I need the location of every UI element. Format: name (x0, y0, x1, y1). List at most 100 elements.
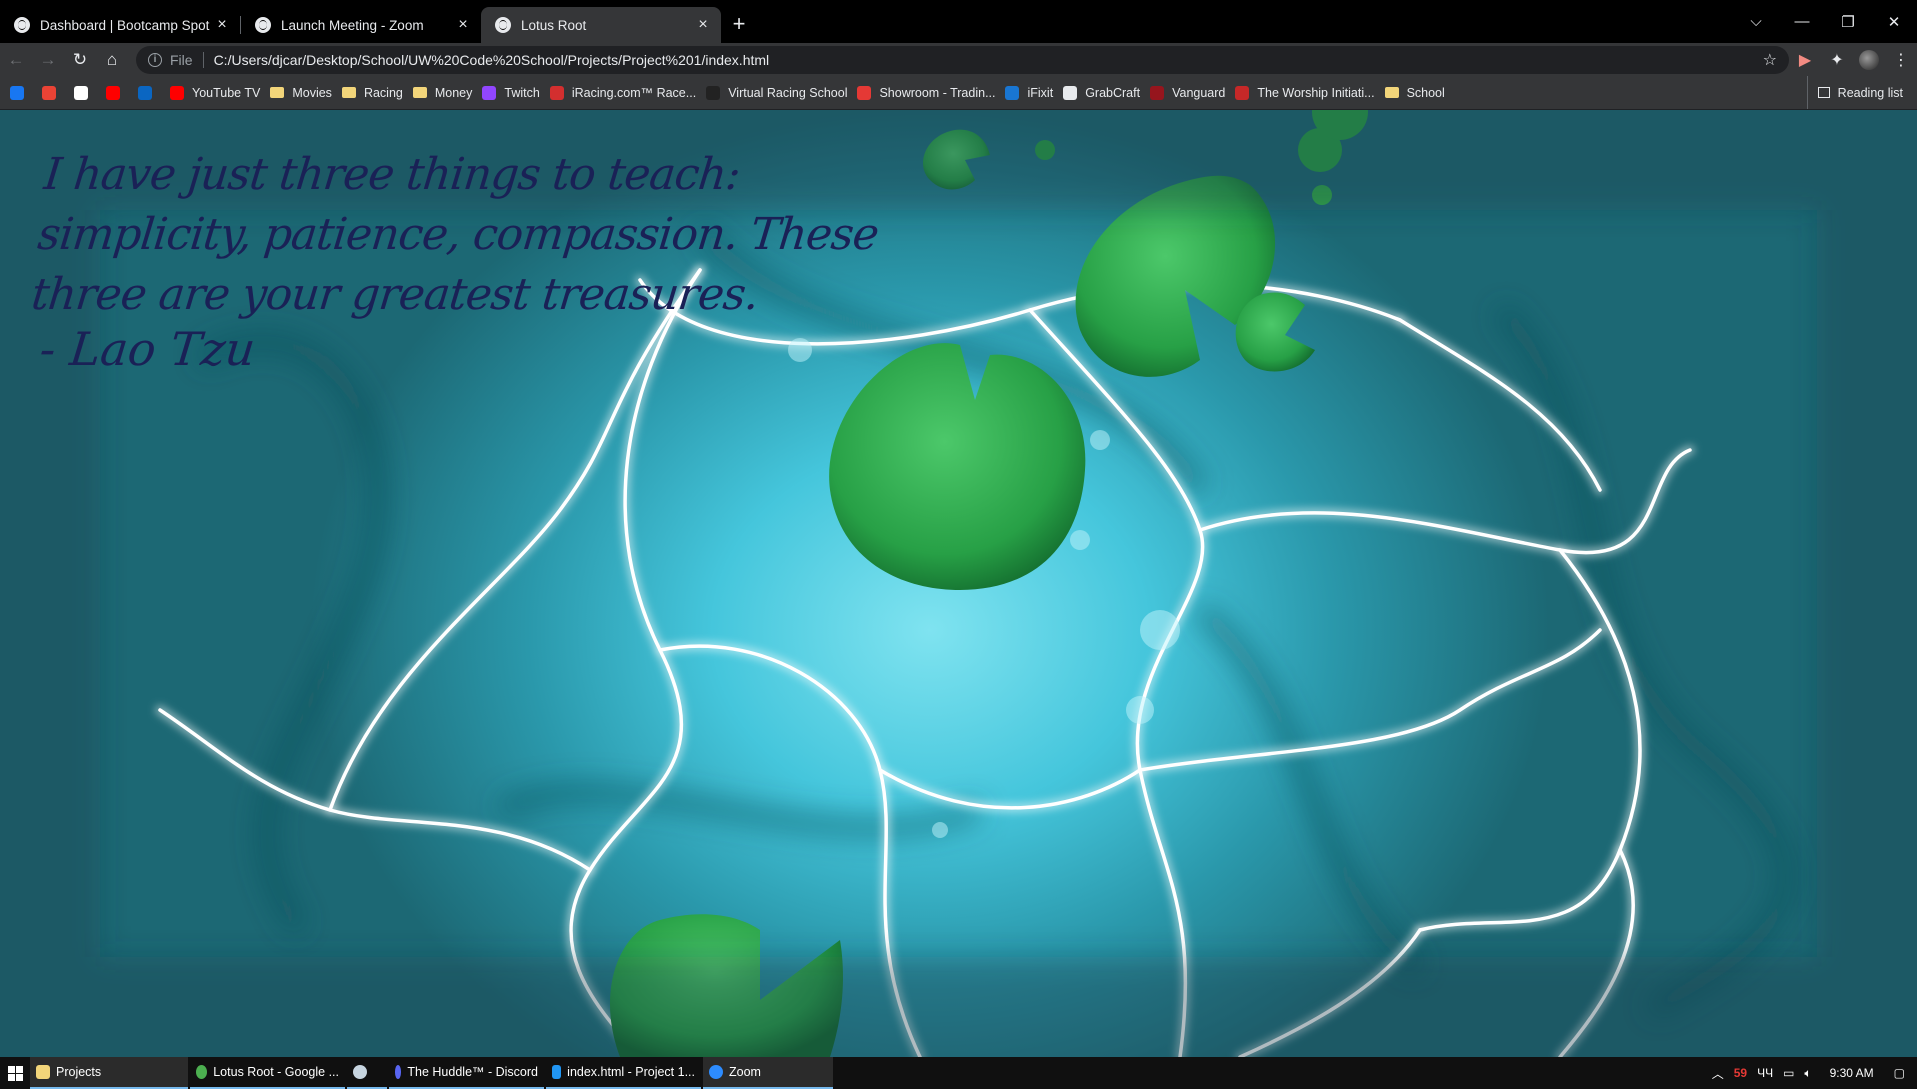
extensions-puzzle-icon[interactable]: ✦ (1821, 50, 1853, 70)
language-indicator[interactable]: ЧЧ (1757, 1066, 1773, 1080)
bookmark-star-icon[interactable]: ☆ (1763, 50, 1777, 70)
close-tab-icon[interactable]: × (214, 16, 230, 34)
bookmark-vanguard[interactable]: Vanguard (1150, 85, 1226, 100)
bookmark-youtube[interactable] (106, 85, 128, 100)
vrs-icon (706, 85, 721, 100)
bookmark-label: Vanguard (1172, 85, 1226, 100)
folder-icon (341, 87, 356, 98)
bookmark-racing[interactable]: Racing (341, 86, 403, 100)
windows-taskbar: Projects Lotus Root - Google ... The Huddl… (0, 1057, 1917, 1089)
bookmark-showroom-tradin[interactable]: Showroom - Tradin... (857, 85, 995, 100)
linkedin-icon (138, 85, 152, 100)
taskbar-item-vscode[interactable]: index.html - Project 1... (546, 1057, 701, 1089)
close-tab-icon[interactable]: × (695, 16, 711, 34)
show-hidden-icons-icon[interactable]: ︿ (1712, 1065, 1724, 1082)
bookmark-label: iFixit (1027, 85, 1054, 100)
bookmark-virtual-racing-school[interactable]: Virtual Racing School (706, 85, 848, 100)
worship-icon (1235, 85, 1250, 100)
tab-dashboard[interactable]: Dashboard | Bootcamp Spot × (0, 7, 240, 43)
tray-badge[interactable]: 59 (1734, 1066, 1747, 1080)
reading-list-button[interactable]: Reading list (1806, 76, 1903, 109)
taskbar-item-steam[interactable] (347, 1057, 387, 1089)
home-icon[interactable]: ⌂ (96, 50, 128, 70)
taskbar-item-label: The Huddle™ - Discord (407, 1065, 538, 1079)
folder-icon (412, 87, 427, 98)
taskbar-item-folder[interactable]: Projects (30, 1057, 188, 1089)
volume-icon[interactable]: 🔈︎ (1804, 1066, 1811, 1081)
bookmark-school[interactable]: School (1384, 86, 1445, 100)
quote-author: - Lao Tzu (37, 322, 258, 376)
tab-title: Dashboard | Bootcamp Spot (40, 17, 210, 33)
amazon-icon (74, 85, 88, 100)
info-icon[interactable]: i (148, 52, 162, 67)
bookmark-label: Virtual Racing School (728, 85, 848, 100)
close-tab-icon[interactable]: × (455, 16, 471, 34)
vanguard-icon (1150, 85, 1165, 100)
minimize-icon[interactable]: — (1779, 13, 1825, 30)
tab-title: Launch Meeting - Zoom (281, 17, 424, 33)
tab-lotus-root[interactable]: Lotus Root × (481, 7, 721, 43)
bookmark-movies[interactable]: Movies (270, 86, 332, 100)
taskbar-item-label: index.html - Project 1... (567, 1065, 695, 1079)
bookmark-money[interactable]: Money (412, 85, 473, 100)
ifixit-icon (1005, 85, 1020, 100)
reading-list-label: Reading list (1837, 85, 1903, 100)
bookmark-label: Money (434, 85, 473, 100)
web-page: I have just three things to teach: simpl… (0, 110, 1917, 1057)
taskbar-item-label: Lotus Root - Google ... (213, 1065, 339, 1079)
bookmark-linkedin[interactable] (138, 85, 160, 100)
globe-icon (14, 17, 30, 33)
bookmark-youtube-tv[interactable]: YouTube TV (170, 85, 261, 100)
youtube-icon (106, 85, 120, 100)
close-window-icon[interactable]: ✕ (1871, 13, 1917, 31)
bookmark-twitch[interactable]: Twitch (482, 85, 540, 100)
screen-record-extension-icon[interactable]: ▶ (1789, 50, 1821, 70)
taskbar-item-chrome[interactable]: Lotus Root - Google ... (190, 1057, 345, 1089)
bookmark-ifixit[interactable]: iFixit (1005, 85, 1054, 100)
back-icon[interactable]: ← (0, 50, 32, 70)
zoom-icon (709, 1065, 723, 1079)
new-tab-button[interactable]: + (721, 7, 757, 43)
notifications-icon[interactable]: ▢ (1894, 1066, 1905, 1080)
system-tray: ︿ 59 ЧЧ ▭ 🔈︎ 9:30 AM ▢ (1712, 1057, 1917, 1089)
bookmark-facebook[interactable] (10, 85, 32, 100)
more-menu-icon[interactable]: ⋮ (1885, 50, 1917, 70)
facebook-icon (10, 85, 24, 100)
bookmark-gmail[interactable] (42, 85, 64, 100)
bookmark-amazon[interactable] (74, 85, 96, 100)
taskbar-item-zoom[interactable]: Zoom (703, 1057, 833, 1089)
bookmark-iracing-com-race[interactable]: iRacing.com™ Race... (549, 85, 697, 100)
youtube-tv-icon (170, 85, 184, 100)
discord-icon (395, 1065, 402, 1079)
bookmark-label: YouTube TV (192, 85, 261, 100)
address-bar[interactable]: i File C:/Users/djcar/Desktop/School/UW%… (136, 45, 1789, 74)
bookmark-label: iRacing.com™ Race... (571, 85, 697, 100)
taskbar-item-discord[interactable]: The Huddle™ - Discord (389, 1057, 544, 1089)
taskbar-item-label: Zoom (729, 1065, 761, 1079)
network-icon[interactable]: ▭ (1783, 1066, 1794, 1080)
restore-icon[interactable]: ❐ (1825, 13, 1871, 31)
tab-title: Lotus Root (521, 17, 587, 33)
bookmarks-bar: YouTube TV Movies Racing Money Twitch iRacing… (0, 76, 1917, 110)
tab-zoom-meeting[interactable]: Launch Meeting - Zoom × (241, 7, 481, 43)
start-button[interactable] (0, 1057, 30, 1089)
showroom-icon (857, 85, 872, 100)
tab-strip: Dashboard | Bootcamp Spot × Launch Meeti… (0, 0, 1917, 43)
bookmark-the-worship-initiati[interactable]: The Worship Initiati... (1235, 85, 1375, 100)
forward-icon[interactable]: → (32, 50, 64, 70)
bookmark-label: GrabCraft (1085, 85, 1141, 100)
tab-search-icon[interactable]: ⌵ (1733, 13, 1779, 30)
bookmark-label: Twitch (504, 85, 540, 100)
url-text[interactable]: C:/Users/djcar/Desktop/School/UW%20Code%… (214, 52, 1763, 68)
bookmark-grabcraft[interactable]: GrabCraft (1063, 85, 1141, 100)
profile-avatar[interactable] (1859, 49, 1879, 70)
bookmark-label: The Worship Initiati... (1257, 85, 1375, 100)
taskbar-item-label: Projects (56, 1065, 102, 1079)
divider (202, 51, 204, 68)
reload-icon[interactable]: ↻ (64, 50, 96, 70)
lily-pad-center (829, 343, 1086, 590)
steam-icon (353, 1065, 367, 1079)
quote-text: I have just three things to teach: simpl… (29, 149, 881, 320)
vscode-icon (552, 1065, 562, 1079)
clock[interactable]: 9:30 AM (1830, 1066, 1874, 1080)
